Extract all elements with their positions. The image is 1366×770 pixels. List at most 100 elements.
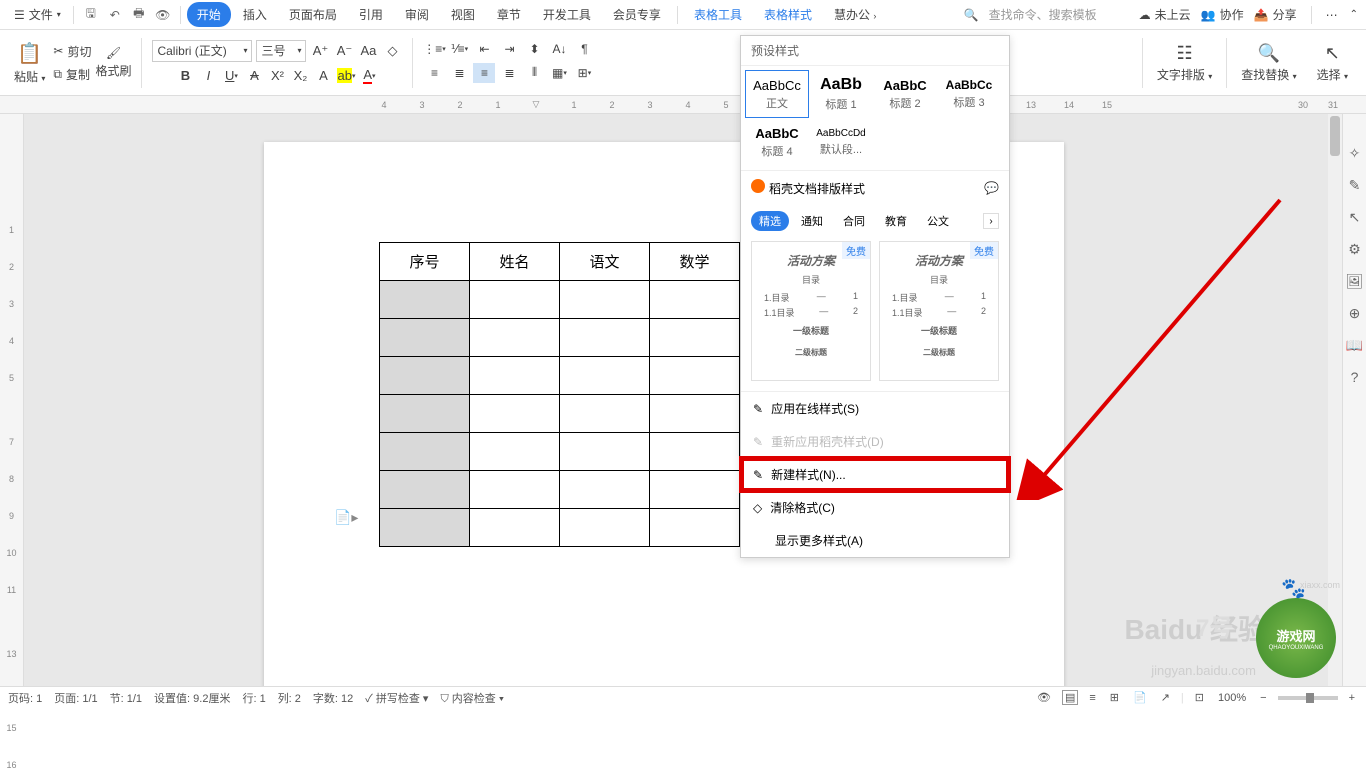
style-tab-official[interactable]: 公文 [919, 211, 957, 231]
table-header-cell[interactable]: 语文 [560, 243, 650, 281]
style-item-body[interactable]: AaBbCc正文 [745, 70, 809, 118]
tab-member[interactable]: 会员专享 [603, 2, 671, 27]
chat-icon[interactable]: 💬 [984, 181, 999, 195]
globe-icon[interactable]: ⊕ [1346, 304, 1364, 322]
distribute-button[interactable]: ⫴ [523, 63, 545, 83]
style-item-h4[interactable]: AaBbC标题 4 [745, 118, 809, 166]
show-more-styles[interactable]: 显示更多样式(A) [741, 524, 1009, 557]
style-item-h2[interactable]: AaBbC标题 2 [873, 70, 937, 118]
view-web-icon[interactable]: ⊞ [1107, 691, 1122, 704]
numbering-button[interactable]: ⅟≡▾ [448, 39, 470, 59]
font-name-select[interactable]: Calibri (正文)▾ [152, 40, 252, 62]
table-header-cell[interactable]: 姓名 [470, 243, 560, 281]
view-fullscreen-icon[interactable]: ↗ [1158, 691, 1173, 704]
style-tab-notice[interactable]: 通知 [793, 211, 831, 231]
new-style[interactable]: ✎新建样式(N)... [741, 458, 1009, 491]
align-center-button[interactable]: ≣ [448, 63, 470, 83]
view-page-icon[interactable]: ▤ [1062, 690, 1078, 705]
style-tab-more[interactable]: › [983, 213, 999, 229]
find-replace-button[interactable]: 🔍 查找替换 ▾ [1231, 43, 1306, 83]
tab-huiban[interactable]: 慧办公 › [824, 2, 886, 27]
table-header-cell[interactable]: 数学 [650, 243, 740, 281]
show-marks-button[interactable]: ¶ [573, 39, 595, 59]
sparkle-icon[interactable]: ✧ [1346, 144, 1364, 162]
search-input[interactable]: 查找命令、搜索模板 [989, 6, 1129, 23]
share-button[interactable]: 📤分享 [1254, 6, 1297, 23]
clear-format-icon[interactable]: ◇ [382, 41, 402, 61]
borders-button[interactable]: ⊞▾ [573, 63, 595, 83]
change-case-icon[interactable]: Aa [358, 41, 378, 61]
highlight-button[interactable]: ab▾ [336, 66, 356, 86]
help-icon[interactable]: ? [1346, 368, 1364, 386]
copy-button[interactable]: ⧉复制 [51, 64, 93, 85]
preview-icon[interactable]: 👁 [152, 4, 174, 26]
zoom-value[interactable]: 100% [1215, 692, 1249, 704]
strike-button[interactable]: A [244, 66, 264, 86]
chevron-up-icon[interactable]: ⌃ [1350, 9, 1358, 20]
pencil-icon[interactable]: ✎ [1346, 176, 1364, 194]
tab-view[interactable]: 视图 [441, 2, 485, 27]
status-page-no[interactable]: 页码: 1 [8, 690, 42, 706]
italic-button[interactable]: I [198, 66, 218, 86]
style-tab-contract[interactable]: 合同 [835, 211, 873, 231]
status-page[interactable]: 页面: 1/1 [54, 690, 97, 706]
status-words[interactable]: 字数: 12 [313, 690, 353, 706]
fit-width-icon[interactable]: ⊡ [1192, 691, 1207, 704]
style-item-h3[interactable]: AaBbCc标题 3 [937, 70, 1001, 118]
decrease-indent-button[interactable]: ⇤ [473, 39, 495, 59]
tab-table-styles[interactable]: 表格样式 [754, 2, 822, 27]
coop-button[interactable]: 👥协作 [1201, 6, 1244, 23]
view-read-icon[interactable]: 📄 [1130, 691, 1150, 704]
view-outline-icon[interactable]: ≡ [1086, 692, 1098, 704]
bold-button[interactable]: B [175, 66, 195, 86]
tab-page-layout[interactable]: 页面布局 [279, 2, 347, 27]
sort-button[interactable]: A↓ [548, 39, 570, 59]
subscript-button[interactable]: X₂ [290, 66, 310, 86]
select-button[interactable]: ↖ 选择 ▾ [1307, 43, 1358, 83]
image-icon[interactable]: 🖼 [1346, 272, 1364, 290]
text-effect-button[interactable]: A [313, 66, 333, 86]
tab-start[interactable]: 开始 [187, 2, 231, 27]
line-spacing-button[interactable]: ⬍ [523, 39, 545, 59]
template-card[interactable]: 免费 活动方案 目录 1.目录—1 1.1目录—2 一级标题 二级标题 [879, 241, 999, 381]
zoom-in-button[interactable]: + [1346, 692, 1358, 704]
align-justify-button[interactable]: ≣ [498, 63, 520, 83]
cloud-status[interactable]: ☁未上云 [1139, 6, 1191, 23]
zoom-out-button[interactable]: − [1257, 692, 1269, 704]
tab-review[interactable]: 审阅 [395, 2, 439, 27]
file-menu[interactable]: ☰文件▾ [8, 6, 67, 23]
underline-button[interactable]: U▾ [221, 66, 241, 86]
status-content[interactable]: ⛉ 内容检查 ▾ [440, 690, 504, 706]
font-size-select[interactable]: 三号▾ [256, 40, 306, 62]
shrink-font-icon[interactable]: A⁻ [334, 41, 354, 61]
style-item-h1[interactable]: AaBb标题 1 [809, 70, 873, 118]
apply-online-style[interactable]: ✎应用在线样式(S) [741, 392, 1009, 425]
print-icon[interactable]: 🖶 [128, 4, 150, 26]
format-painter[interactable]: 🖌 格式刷 [95, 46, 131, 79]
increase-indent-button[interactable]: ⇥ [498, 39, 520, 59]
tab-insert[interactable]: 插入 [233, 2, 277, 27]
shading-button[interactable]: ▦▾ [548, 63, 570, 83]
text-layout-button[interactable]: ☷ 文字排版 ▾ [1147, 43, 1222, 83]
align-left-button[interactable]: ≡ [423, 63, 445, 83]
more-icon[interactable]: ⋯ [1326, 8, 1340, 22]
status-section[interactable]: 节: 1/1 [110, 690, 142, 706]
style-tab-education[interactable]: 教育 [877, 211, 915, 231]
tab-chapter[interactable]: 章节 [487, 2, 531, 27]
book-icon[interactable]: 📖 [1346, 336, 1364, 354]
superscript-button[interactable]: X² [267, 66, 287, 86]
table-header-cell[interactable]: 序号 [380, 243, 470, 281]
tab-developer[interactable]: 开发工具 [533, 2, 601, 27]
cursor-icon[interactable]: ↖ [1346, 208, 1364, 226]
style-tab-featured[interactable]: 精选 [751, 211, 789, 231]
paste-button[interactable]: 📋 粘贴 ▾ [14, 41, 45, 85]
clear-format[interactable]: ◇清除格式(C) [741, 491, 1009, 524]
font-color-button[interactable]: A▾ [359, 66, 379, 86]
save-icon[interactable]: 🖫 [80, 4, 102, 26]
settings-icon[interactable]: ⚙ [1346, 240, 1364, 258]
bullets-button[interactable]: ⋮≡▾ [423, 39, 445, 59]
grow-font-icon[interactable]: A⁺ [310, 41, 330, 61]
eye-icon[interactable]: 👁 [1034, 691, 1054, 704]
template-card[interactable]: 免费 活动方案 目录 1.目录—1 1.1目录—2 一级标题 二级标题 [751, 241, 871, 381]
scrollbar-vertical[interactable] [1328, 114, 1342, 686]
